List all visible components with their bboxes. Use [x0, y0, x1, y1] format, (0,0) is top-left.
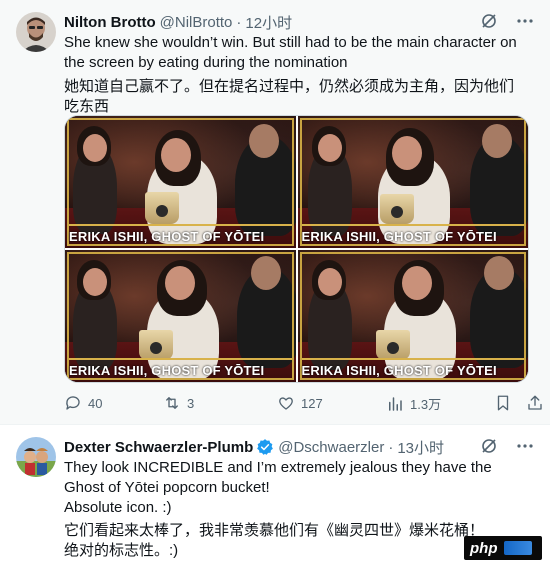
media-image-4[interactable]: ERIKA ISHII, GHOST OF YŌTEI [297, 250, 528, 382]
author-handle[interactable]: @Dschwaerzler [278, 439, 384, 456]
tweet-header: Nilton Brotto @NilBrotto · 12小时 [64, 12, 534, 32]
tweet-dexter-schwaerzler-plumb[interactable]: Dexter Schwaerzler-Plumb @Dschwaerzler ·… [0, 425, 550, 566]
tweet-text-en-line2: Absolute icon. :) [64, 499, 172, 516]
grok-icon[interactable] [480, 437, 498, 455]
tweet-text-zh-content: 她知道自己赢不了。但在提名过程中，仍然必须成为主角，因为他们吃东西 [64, 78, 515, 115]
like-count: 127 [301, 395, 323, 411]
avatar-nilton-brotto[interactable] [16, 12, 56, 52]
tweet-text-en: They look INCREDIBLE and I’m extremely j… [64, 458, 528, 518]
avatar-image [16, 437, 56, 477]
heart-icon [279, 397, 293, 410]
media-caption-4: ERIKA ISHII, GHOST OF YŌTEI [301, 363, 497, 378]
author-handle[interactable]: @NilBrotto [160, 14, 233, 31]
repost-icon [166, 397, 178, 409]
author-name[interactable]: Nilton Brotto [64, 14, 156, 31]
media-image-1[interactable]: ERIKA ISHII, GHOST OF YŌTEI [65, 116, 296, 248]
header-icons [480, 12, 534, 30]
watermark-blue-bar [503, 541, 532, 555]
tweet-actions: 40 3 127 1.3万 [64, 394, 544, 414]
tweet-header: Dexter Schwaerzler-Plumb @Dschwaerzler ·… [64, 437, 534, 457]
media-caption-2: ERIKA ISHII, GHOST OF YŌTEI [301, 229, 497, 244]
more-options-icon[interactable] [516, 12, 534, 30]
media-image-3[interactable]: ERIKA ISHII, GHOST OF YŌTEI [65, 250, 296, 382]
avatar-image [16, 12, 56, 52]
media-caption-3: ERIKA ISHII, GHOST OF YŌTEI [69, 363, 265, 378]
tweet-text-zh: 它们看起来太棒了，我非常羡慕他们有《幽灵四世》爆米花桶！ 绝对的标志性。:) [64, 521, 526, 561]
tweet-time[interactable]: 12小时 [245, 12, 292, 33]
more-options-icon[interactable] [516, 437, 534, 455]
reply-count: 40 [88, 395, 103, 411]
php-watermark: php [464, 536, 542, 560]
repost-button[interactable]: 3 [163, 394, 194, 412]
media-image-2[interactable]: ERIKA ISHII, GHOST OF YŌTEI [297, 116, 528, 248]
separator-dot: · [388, 438, 394, 456]
bookmark-icon[interactable] [494, 394, 512, 412]
verified-badge-icon[interactable] [256, 438, 274, 456]
tweet-text-zh-line1: 它们看起来太棒了，我非常羡慕他们有《幽灵四世》爆米花桶！ [64, 522, 485, 539]
separator-dot: · [236, 13, 242, 31]
grok-icon[interactable] [480, 12, 498, 30]
media-caption-1: ERIKA ISHII, GHOST OF YŌTEI [69, 229, 265, 244]
media-grid[interactable]: ERIKA ISHII, GHOST OF YŌTEI ERIKA ISHII,… [64, 115, 529, 383]
like-button[interactable]: 127 [277, 394, 323, 412]
tweet-text-en-line1: They look INCREDIBLE and I’m extremely j… [64, 459, 492, 496]
avatar-dexter[interactable] [16, 437, 56, 477]
reply-button[interactable]: 40 [64, 394, 102, 412]
watermark-text: php [470, 539, 498, 557]
secondary-actions [494, 394, 544, 412]
tweet-nilton-brotto[interactable]: Nilton Brotto @NilBrotto · 12小时 She knew… [0, 0, 550, 424]
tweet-text-en: She knew she wouldn’t win. But still had… [64, 33, 526, 73]
views-button[interactable]: 1.3万 [386, 394, 441, 413]
repost-count: 3 [187, 395, 195, 411]
tweet-text-en-content: She knew she wouldn’t win. But still had… [64, 34, 517, 71]
views-count: 1.3万 [410, 397, 442, 412]
tweet-time[interactable]: 13小时 [397, 437, 444, 458]
tweet-text-zh-line2: 绝对的标志性。:) [64, 542, 179, 559]
reply-icon [66, 396, 80, 410]
share-icon[interactable] [526, 394, 544, 412]
tweet-text-zh: 她知道自己赢不了。但在提名过程中，仍然必须成为主角，因为他们吃东西 [64, 77, 526, 117]
header-icons [480, 437, 534, 455]
author-name[interactable]: Dexter Schwaerzler-Plumb [64, 439, 253, 456]
views-chart-icon [389, 396, 402, 411]
